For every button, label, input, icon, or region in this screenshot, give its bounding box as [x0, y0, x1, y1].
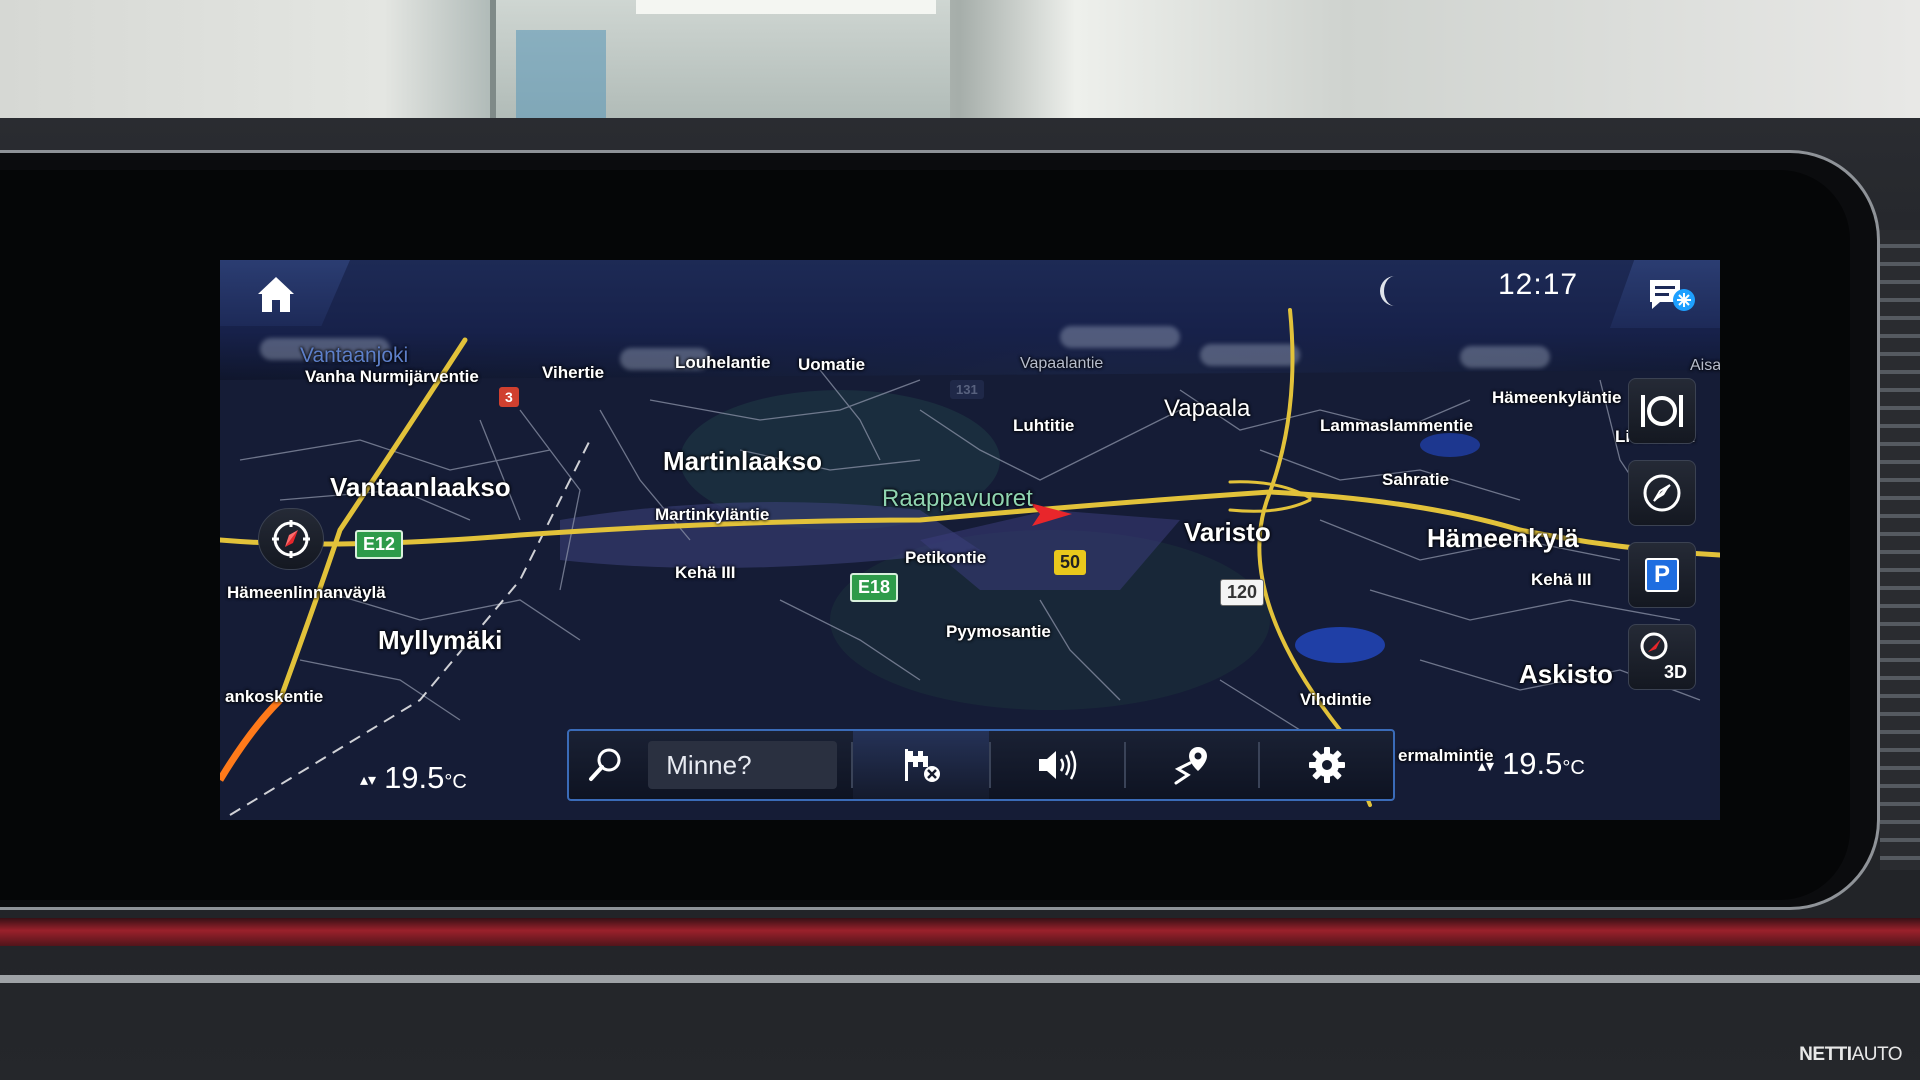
restaurant-poi-button[interactable] [1628, 378, 1696, 444]
street-label: Hämeenkyläntie [1492, 388, 1622, 407]
volume-button[interactable] [991, 731, 1124, 799]
map-lake [1420, 433, 1480, 457]
watermark-logo: NETTIAUTO [1799, 1044, 1902, 1065]
settings-button[interactable] [1260, 731, 1393, 799]
street-label: Martinkyläntie [655, 505, 770, 524]
navigation-screen[interactable]: 12:17 Vantaanjoki Vanha Nurmijärventie V… [220, 260, 1720, 820]
road-shield-e12: E12 [355, 530, 404, 559]
clock: 12:17 [1498, 268, 1579, 301]
street-label: Uomatie [798, 355, 866, 374]
left-temperature[interactable]: ▴▾ 19.5°C [360, 760, 467, 796]
right-temperature[interactable]: ▴▾ 19.5°C [1478, 746, 1585, 782]
night-mode-icon [1380, 276, 1395, 306]
place-label: Hämeenkylä [1427, 523, 1579, 553]
search-button[interactable] [569, 731, 640, 799]
view-3d-label: 3D [1663, 662, 1687, 682]
finish-flag-cancel-icon [904, 749, 940, 782]
area-label: Raappavuoret [882, 485, 1033, 512]
street-label: Sahratie [1382, 470, 1450, 489]
temp-adjust-icon: ▴▾ [360, 771, 377, 789]
gear-icon [1308, 747, 1345, 783]
map-lake [1295, 627, 1385, 663]
parking-icon: P [1645, 558, 1679, 592]
poi-nearby-button[interactable] [1628, 460, 1696, 526]
background-pane [516, 30, 606, 120]
street-label: Vihertie [542, 363, 605, 382]
street-label: Luhtitie [1013, 416, 1075, 435]
place-label: Varisto [1184, 517, 1271, 547]
background-doorway [490, 0, 950, 130]
street-label: Vanha Nurmijärventie [305, 367, 479, 386]
search-placeholder: Minne? [666, 749, 752, 780]
temp-adjust-icon: ▴▾ [1478, 757, 1495, 775]
speaker-volume-icon [1039, 750, 1077, 780]
air-vent [1880, 230, 1920, 870]
home-icon[interactable] [254, 272, 298, 316]
street-label: Vihdintie [1300, 690, 1372, 709]
compass-icon [272, 520, 310, 558]
road-shield-120: 120 [1220, 579, 1265, 606]
road-shield-50: 50 [1054, 550, 1087, 575]
street-label: Vapaalantie [1020, 355, 1104, 372]
place-label: Vapaala [1164, 395, 1251, 422]
street-label: Kehä III [675, 563, 736, 582]
place-label: Martinlaakso [663, 446, 822, 476]
view-3d-button[interactable]: 3D [1628, 624, 1696, 690]
place-label: Askisto [1519, 659, 1613, 689]
road-shield-e18: E18 [850, 573, 899, 602]
cancel-route-button[interactable] [852, 731, 990, 799]
compass-3d-icon [1640, 632, 1668, 660]
restaurant-icon [1641, 395, 1683, 427]
notifications-icon[interactable] [1646, 274, 1698, 314]
street-label: Aisa [1690, 357, 1720, 374]
road-shield-3: 3 [499, 387, 519, 407]
street-label: Kehä III [1531, 570, 1592, 589]
background-window [636, 0, 936, 14]
ambient-light-strip [0, 918, 1920, 946]
place-label: Vantaanlaakso [330, 472, 511, 502]
parking-button[interactable]: P [1628, 542, 1696, 608]
street-label: Lammaslammentie [1320, 416, 1474, 435]
direction-compass-icon [1643, 474, 1681, 512]
street-label: Petikontie [905, 548, 987, 567]
street-label: ankoskentie [225, 687, 324, 706]
river-label: Vantaanjoki [300, 344, 409, 367]
road-shield-131: 131 [950, 380, 984, 399]
route-pin-icon [1174, 747, 1208, 785]
chrome-trim [0, 975, 1920, 983]
search-icon [588, 748, 621, 781]
place-label: Myllymäki [378, 625, 503, 655]
destination-search-field[interactable]: Minne? [648, 741, 837, 789]
compass-button[interactable] [258, 508, 324, 570]
route-options-button[interactable] [1126, 731, 1259, 799]
street-label: Hämeenlinnanväylä [227, 583, 386, 602]
street-label: Louhelantie [675, 353, 771, 372]
street-label: Pyymosantie [946, 622, 1051, 641]
navigation-toolbar: Minne? [567, 729, 1395, 801]
